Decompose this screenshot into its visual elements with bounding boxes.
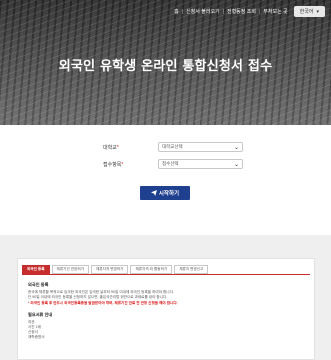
tab-other-activity[interactable]: 체류자격 외 활동허가 [130, 265, 173, 274]
paragraph: 단 90일 이내에 외국인 등록을 신청하지 않으면, 출입국관리법 위반으로 … [28, 295, 168, 299]
paper-plane-icon [150, 190, 157, 196]
tab-address-change[interactable]: 체류지 변경신고 [174, 265, 209, 274]
required-mark: * [121, 161, 124, 168]
tab-foreigner-registration[interactable]: 외국인 등록 [22, 265, 50, 274]
admission-label-text: 접수항목 [103, 161, 122, 168]
page-title: 외국인 유학생 온라인 통합신청서 접수 [58, 59, 273, 74]
university-row: 대학교* 대학교선택 ⌄ [103, 142, 243, 152]
nav-home-link[interactable]: 홈 [174, 8, 179, 15]
admission-select[interactable]: 접수선택 ⌄ [158, 159, 243, 169]
section-heading: 외국인 등록 [28, 282, 49, 287]
university-label: 대학교* [103, 144, 158, 151]
info-panel: 외국인 등록 체류기간 연장허가 체류자격 변경허가 체류자격 외 활동허가 체… [17, 258, 315, 360]
university-select-value: 대학교선택 [162, 144, 183, 149]
university-select[interactable]: 대학교선택 ⌄ [158, 142, 243, 152]
top-navigation: 홈 | 신청서 불러오기 | 전형동정 조회 | 부처모는 곳 한국어 ▾ [174, 6, 325, 17]
admission-row: 접수항목* 접수선택 ⌄ [103, 159, 243, 169]
tab-stay-extension[interactable]: 체류기간 연장허가 [51, 265, 89, 274]
university-label-text: 대학교 [103, 144, 117, 151]
admission-select-value: 접수선택 [162, 161, 179, 166]
list-item: 재학증명서 [28, 335, 45, 339]
hero-banner: 홈 | 신청서 불러오기 | 전형동정 조회 | 부처모는 곳 한국어 ▾ 외국… [0, 0, 331, 125]
application-form: 대학교* 대학교선택 ⌄ 접수항목* 접수선택 ⌄ 시작하기 [0, 125, 331, 235]
section-heading: 필요서류 안내 [28, 312, 53, 317]
admission-label: 접수항목* [103, 161, 158, 168]
chevron-down-icon: ⌄ [233, 144, 239, 151]
nav-separator: | [222, 8, 224, 15]
language-label: 한국어 [299, 9, 314, 15]
language-select[interactable]: 한국어 ▾ [293, 6, 325, 17]
required-mark: * [116, 144, 119, 151]
chevron-down-icon: ▾ [316, 8, 319, 15]
info-section: 외국인 등록 체류기간 연장허가 체류자격 변경허가 체류자격 외 활동허가 체… [0, 235, 331, 360]
start-button[interactable]: 시작하기 [140, 186, 190, 200]
nav-separator: | [258, 8, 261, 15]
chevron-down-icon: ⌄ [233, 161, 239, 168]
nav-load-application-link[interactable]: 신청서 불러오기 [186, 8, 220, 15]
tab-bar: 외국인 등록 체류기간 연장허가 체류자격 변경허가 체류자격 외 활동허가 체… [18, 259, 314, 274]
nav-contact-link[interactable]: 부처모는 곳 [263, 8, 287, 15]
nav-status-check-link[interactable]: 전형동정 조회 [227, 8, 256, 15]
tab-content: 외국인 등록 한국에 체류할 목적으로 입국한 외국인은 입국한 날부터 90일… [18, 275, 314, 347]
nav-separator: | [181, 8, 184, 15]
tab-status-change[interactable]: 체류자격 변경허가 [90, 265, 129, 274]
start-button-label: 시작하기 [158, 191, 180, 197]
